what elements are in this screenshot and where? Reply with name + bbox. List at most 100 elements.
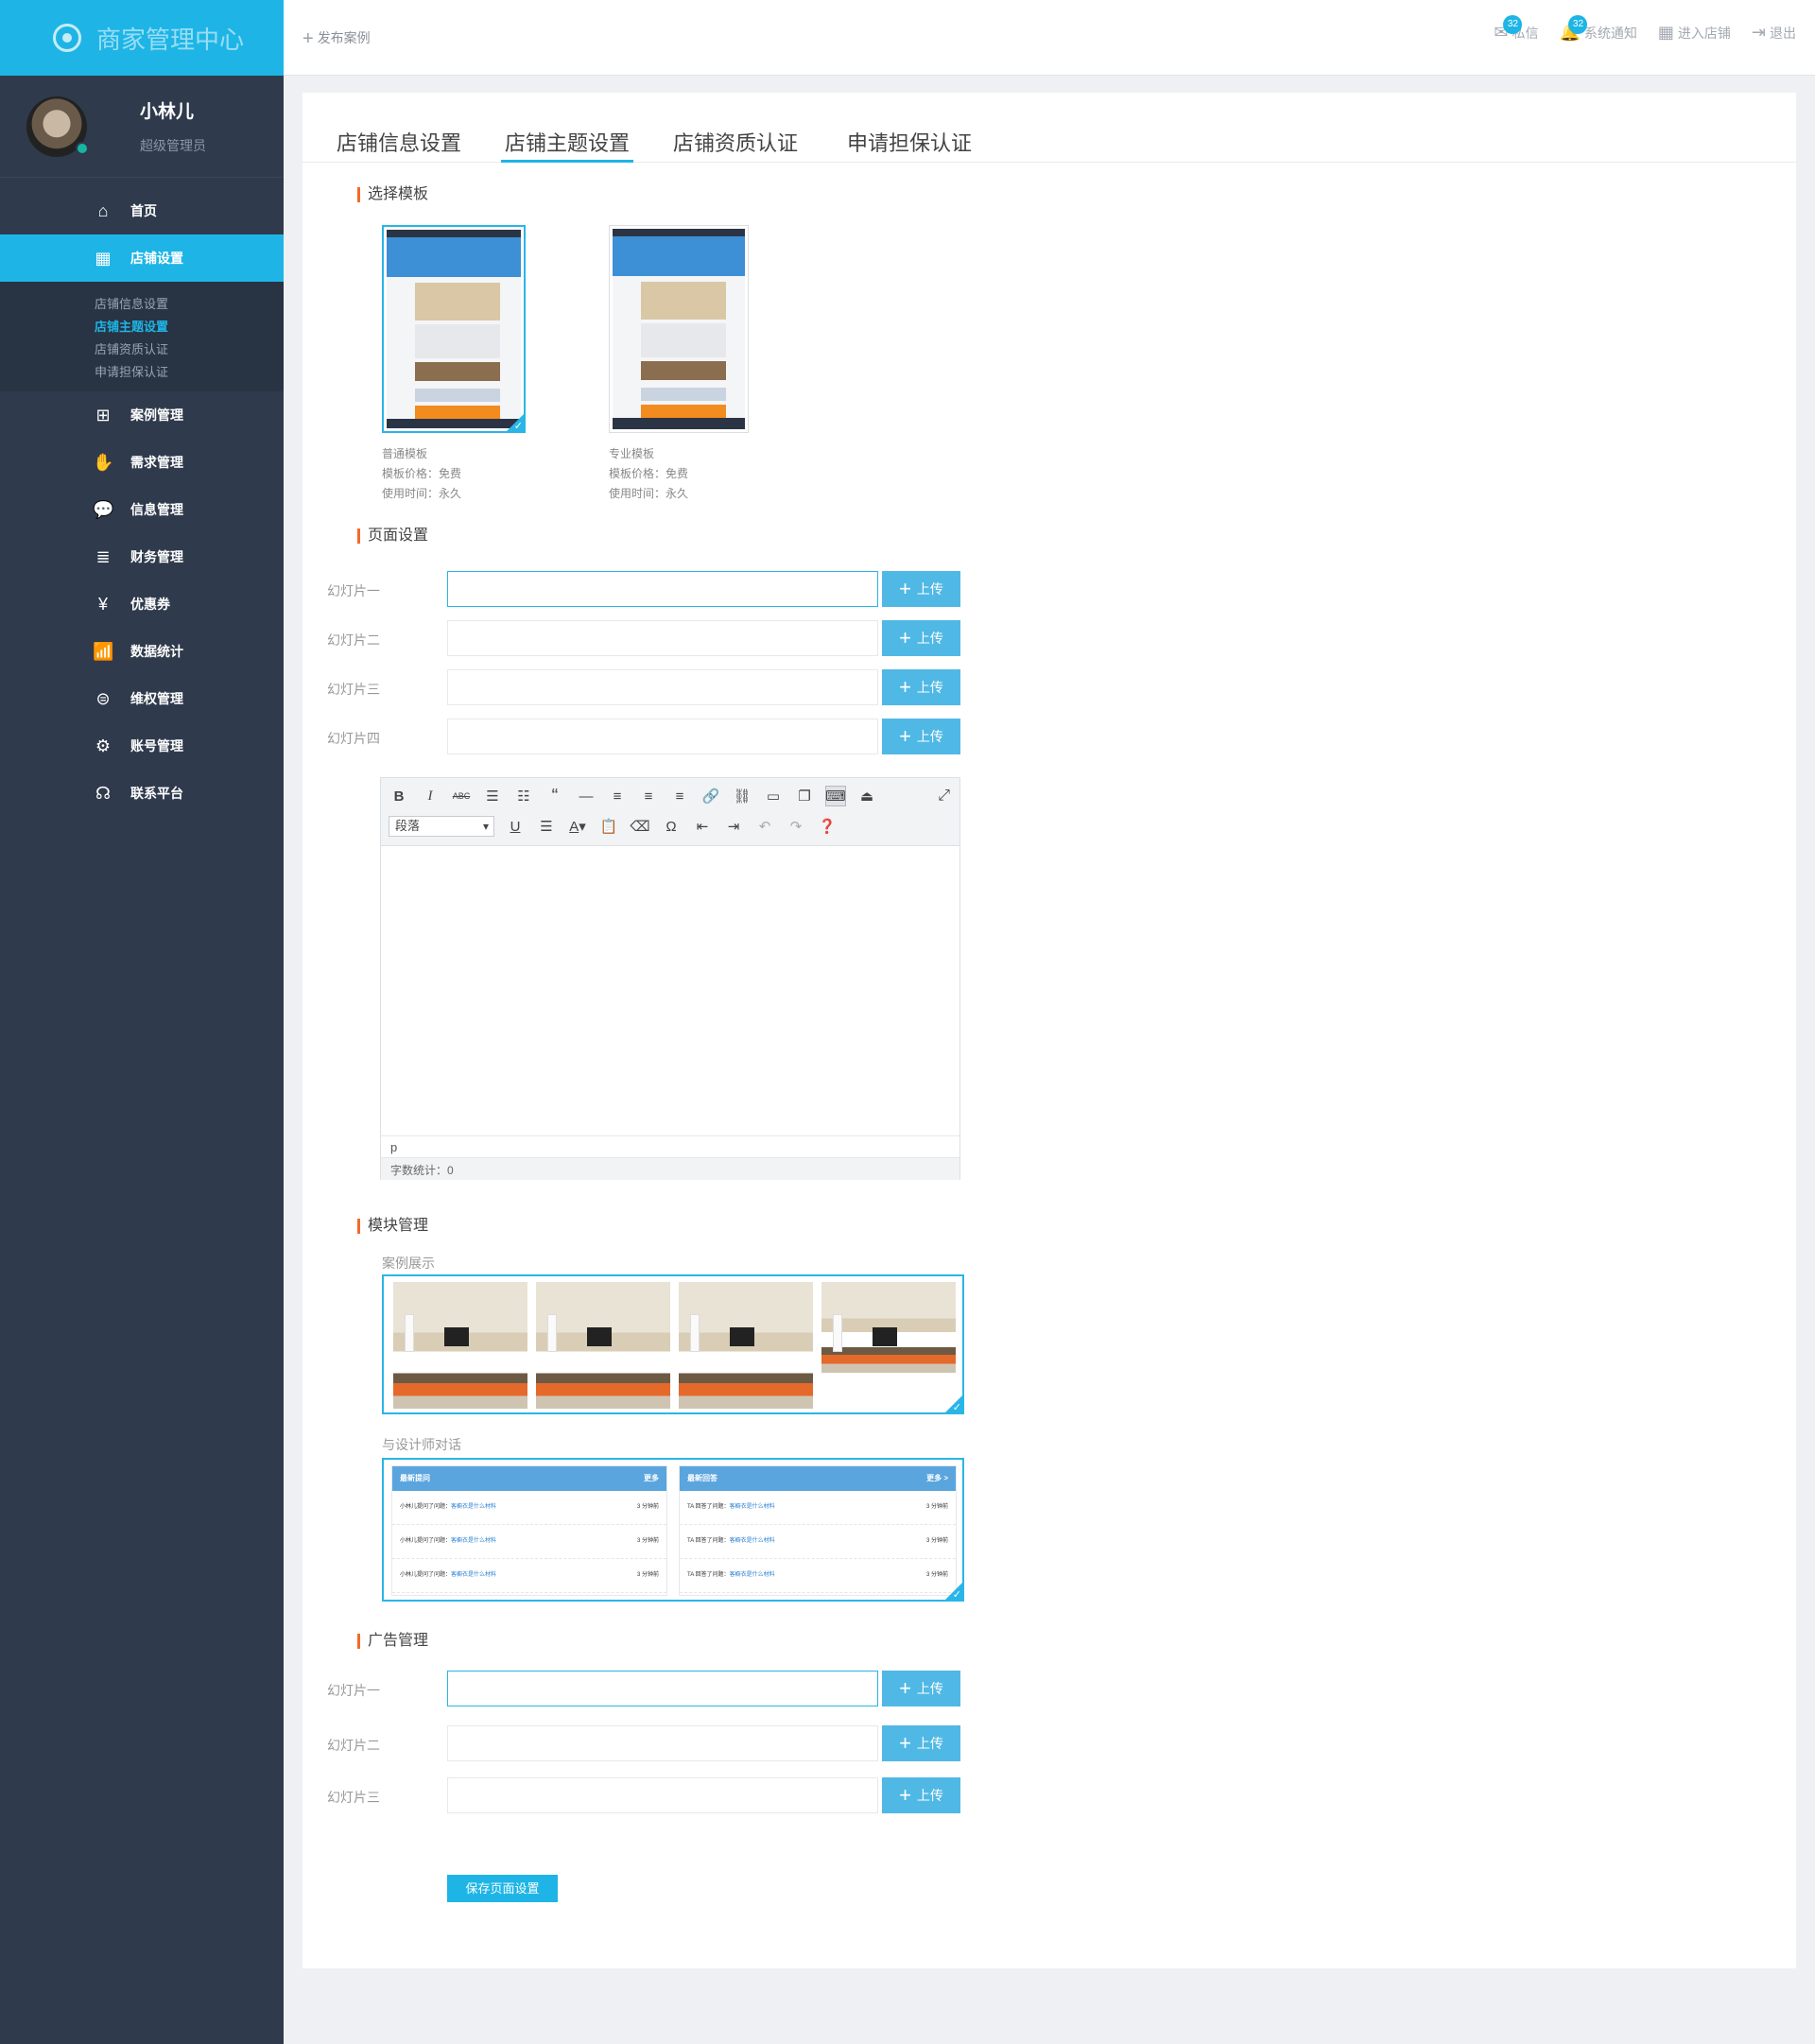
chat-list-item[interactable]: 小林儿提问了问题：客橱衣是什么材料 3 分钟前 [392,1525,666,1559]
underline-icon[interactable]: U [505,816,526,837]
redo-icon[interactable]: ↷ [786,816,806,837]
chat-icon: 💬 [93,499,114,519]
numbered-list-icon[interactable]: ☷ [513,786,534,806]
slide-url-input[interactable] [447,719,878,754]
align-left-icon[interactable]: ≡ [607,786,628,806]
template-thumbnail[interactable]: ✓ [382,225,526,433]
align-right-icon[interactable]: ≡ [669,786,690,806]
bulleted-list-icon[interactable]: ☰ [482,786,503,806]
slide-url-input[interactable] [447,1725,878,1761]
upload-button[interactable]: + 上传 [882,620,960,656]
upload-button[interactable]: + 上传 [882,719,960,754]
upload-button[interactable]: + 上传 [882,1671,960,1706]
slide-url-input[interactable] [447,620,878,656]
messages-link[interactable]: ✉ 32 私信 [1494,15,1538,43]
template-name: 普通模板 [382,447,428,460]
sidebar-item[interactable]: ⚙ 账号管理 [0,722,284,770]
unlink-icon[interactable]: ⛓ [732,786,752,806]
chat-list-item[interactable]: TA 回答了问题：客橱衣是什么材料 3 分钟前 [680,1525,956,1559]
indent-icon[interactable]: ⇥ [723,816,744,837]
sidebar-item[interactable]: ☊ 联系平台 [0,770,284,817]
notices-link[interactable]: 🔔 32 系统通知 [1559,15,1637,43]
strikethrough-icon[interactable]: ABC [451,786,472,806]
text-color-icon[interactable]: A ▾ [567,816,588,837]
copy-icon[interactable]: ❐ [794,786,815,806]
tab[interactable]: 店铺信息设置 [333,127,465,163]
tab[interactable]: 店铺主题设置 [501,127,634,163]
toolbar-toggle-icon[interactable]: ⏏ [856,786,877,806]
editor-toolbar: B I ABC ☰ ☷ “ — ≡ ≡ ≡ 🔗 ⛓ ▭ ❐ ⌨ ⏏ 段落 U ☰ [381,778,959,846]
sidebar-item[interactable]: ≣ 财务管理 [0,533,284,580]
coupon-icon: ¥ [97,594,108,614]
blockquote-icon[interactable]: “ [544,786,565,806]
upload-button[interactable]: + 上传 [882,669,960,705]
tab[interactable]: 店铺资质认证 [669,127,802,163]
chat-question-link[interactable]: 客橱衣是什么材料 [451,1504,496,1510]
template-card-normal[interactable]: ✓ 普通模板 模板价格：免费 使用时间：永久 [382,225,526,504]
justify-icon[interactable]: ☰ [536,816,557,837]
editor-content-area[interactable] [381,846,959,1135]
slide-url-input[interactable] [447,1671,878,1706]
sidebar-item[interactable]: ▦ 店铺设置 [0,234,284,282]
designer-chat-module[interactable]: 最新提问 更多 小林儿提问了问题：客橱衣是什么材料 3 分钟前 小林儿提问了问题：客橱… [382,1458,964,1602]
special-char-icon[interactable]: Ω [661,816,682,837]
case-display-module[interactable]: ✓ [382,1274,964,1414]
template-thumbnail[interactable] [609,225,749,433]
sidebar-item[interactable]: ⌂ 首页 [0,187,284,234]
slide-url-input[interactable] [447,669,878,705]
slide-url-input[interactable] [447,1777,878,1813]
fullscreen-icon[interactable]: ⤢ [938,788,950,805]
submenu-item[interactable]: 店铺信息设置 [95,293,284,316]
submenu-item[interactable]: 店铺资质认证 [95,338,284,361]
publish-case-button[interactable]: + 发布案例 [302,28,371,50]
sidebar-item[interactable]: 📶 数据统计 [0,628,284,675]
upload-button[interactable]: + 上传 [882,1777,960,1813]
sidebar-item[interactable]: ⊜ 维权管理 [0,675,284,722]
save-page-settings-button[interactable]: 保存页面设置 [447,1875,558,1902]
submenu-item[interactable]: 店铺主题设置 [95,316,284,338]
brand[interactable]: 商家管理中心 [0,0,284,76]
chat-question-link[interactable]: 客橱衣是什么材料 [730,1538,775,1544]
logout-link[interactable]: ⇥ 退出 [1752,23,1796,43]
sidebar-item[interactable]: ¥ 优惠券 [0,580,284,628]
chat-question-link[interactable]: 客橱衣是什么材料 [730,1572,775,1578]
chat-list-item[interactable]: TA 回答了问题：客橱衣是什么材料 3 分钟前 [680,1559,956,1593]
undo-icon[interactable]: ↶ [754,816,775,837]
horizontal-rule-icon[interactable]: — [576,786,596,806]
section-title-page: 页面设置 [357,528,428,544]
sidebar-item[interactable]: ✋ 需求管理 [0,439,284,486]
bold-icon[interactable]: B [389,786,409,806]
chat-question-link[interactable]: 客橱衣是什么材料 [730,1504,775,1510]
chat-list-item[interactable]: TA 回答了问题：客橱衣是什么材料 3 分钟前 [680,1491,956,1525]
format-select[interactable]: 段落 [389,816,494,837]
more-break-icon[interactable]: ▭ [763,786,784,806]
enter-store-link[interactable]: ▦ 进入店铺 [1658,23,1731,43]
align-center-icon[interactable]: ≡ [638,786,659,806]
slide-url-input[interactable] [447,571,878,607]
link-icon[interactable]: 🔗 [700,786,721,806]
answers-more-link[interactable]: 更多 > [926,1466,948,1491]
upload-button[interactable]: + 上传 [882,571,960,607]
chat-list-item[interactable]: 小林儿提问了问题：客橱衣是什么材料 3 分钟前 [392,1559,666,1593]
paste-text-icon[interactable]: 📋 [598,816,619,837]
chat-question-link[interactable]: 客橱衣是什么材料 [451,1538,496,1544]
outdent-icon[interactable]: ⇤ [692,816,713,837]
case-image [393,1282,527,1409]
sidebar-item[interactable]: ⊞ 案例管理 [0,391,284,439]
chat-question-link[interactable]: 客橱衣是什么材料 [451,1572,496,1578]
rich-text-editor[interactable]: B I ABC ☰ ☷ “ — ≡ ≡ ≡ 🔗 ⛓ ▭ ❐ ⌨ ⏏ 段落 U ☰ [380,777,960,1180]
help-icon[interactable]: ❓ [817,816,838,837]
plus-icon: + [899,1731,911,1755]
submenu-item[interactable]: 申请担保认证 [95,361,284,384]
italic-icon[interactable]: I [420,786,441,806]
questions-more-link[interactable]: 更多 [644,1466,659,1491]
avatar[interactable] [26,95,89,157]
store-settings-submenu: 店铺信息设置 店铺主题设置 店铺资质认证 申请担保认证 [0,282,284,391]
upload-button[interactable]: + 上传 [882,1725,960,1761]
keyboard-icon[interactable]: ⌨ [825,786,846,806]
tab[interactable]: 申请担保认证 [843,127,976,163]
chat-list-item[interactable]: 小林儿提问了问题：客橱衣是什么材料 3 分钟前 [392,1491,666,1525]
template-card-pro[interactable]: 专业模板 模板价格：免费 使用时间：永久 [609,225,749,504]
sidebar-item[interactable]: 💬 信息管理 [0,486,284,533]
clear-format-icon[interactable]: ⌫ [630,816,650,837]
